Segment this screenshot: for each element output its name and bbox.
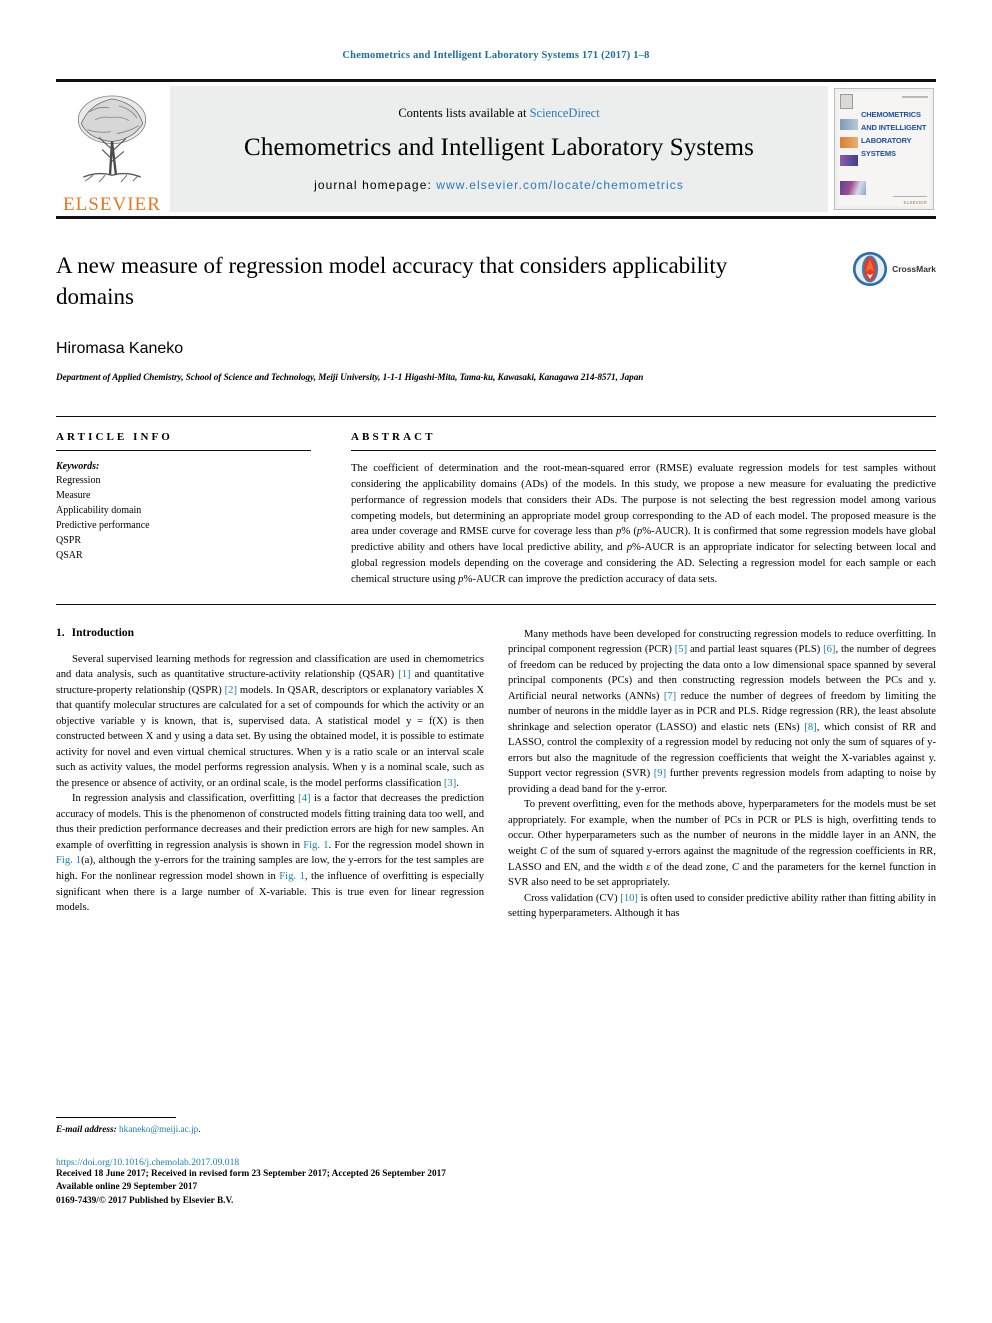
cover-line-1: CHEMOMETRICS [861,110,921,119]
cover-publisher-label: ELSEVIER [903,200,927,205]
body-columns: 1. Introduction Several supervised learni… [56,627,936,1075]
elsevier-tree-icon [77,95,147,183]
paragraph: Many methods have been developed for con… [508,628,936,795]
cover-bottom-rule [893,196,927,197]
crossmark-icon [852,251,888,287]
keyword-item: Predictive performance [56,520,150,532]
crossmark-label: CrossMark [892,264,936,274]
keyword-item: Measure [56,490,91,502]
author-list: Hiromasa Kaneko [56,340,184,358]
page-title: A new measure of regression model accura… [56,253,728,309]
section-number: 1. [56,626,65,639]
abstract-column: ABSTRACT The coefficient of determinatio… [351,431,936,588]
keywords-label: Keywords: [56,461,100,473]
title-block: A new measure of regression model accura… [56,251,936,382]
journal-homepage-link[interactable]: www.elsevier.com/locate/chemometrics [436,178,684,192]
article-info-abstract-block: ARTICLE INFO Keywords: Regression Measur… [56,416,936,605]
journal-masthead: ELSEVIER Contents lists available at Sci… [56,79,936,219]
article-info-rule [56,450,311,452]
contents-available-line: Contents lists available at ScienceDirec… [398,106,599,121]
paragraph: To prevent overfitting, even for the met… [508,799,936,889]
abstract-text: The coefficient of determination and the… [351,462,937,585]
paragraph: Several supervised learning methods for … [56,653,485,789]
cover-image-strip-3 [840,155,858,166]
homepage-label: journal homepage: [314,178,437,192]
doi-link[interactable]: https://doi.org/10.1016/j.chemolab.2017.… [56,1157,486,1168]
abstract-rule [351,450,936,452]
section-heading-introduction: 1. Introduction [56,627,484,639]
cover-image-strip-1 [840,119,858,130]
cover-logo-badge [840,94,853,109]
running-head: Chemometrics and Intelligent Laboratory … [342,50,650,61]
cover-line-4: SYSTEMS [861,149,896,159]
copyright-line: 0169-7439/© 2017 Published by Elsevier B… [56,1195,234,1206]
email-link[interactable]: hkaneko@meiji.ac.jp [119,1125,198,1135]
journal-homepage-line: journal homepage: www.elsevier.com/locat… [314,178,684,192]
elsevier-wordmark: ELSEVIER [62,194,162,215]
email-label: E-mail address: [56,1125,117,1135]
cover-line-2: AND INTELLIGENT [861,123,927,133]
body-column-right: Many methods have been developed for con… [508,627,936,1075]
cover-top-rule [902,96,928,98]
journal-cover-thumbnail: CHEMOMETRICS AND INTELLIGENT LABORATORY … [834,88,934,210]
article-info-heading: ARTICLE INFO [56,431,173,444]
paragraph: In regression analysis and classificatio… [56,793,484,914]
elsevier-logo: ELSEVIER [56,82,168,216]
footnote-rule [56,1117,176,1118]
keywords-list: Regression Measure Applicability domain … [56,473,311,563]
article-history: Received 18 June 2017; Received in revis… [56,1169,446,1179]
cover-bottom-image [840,181,866,195]
body-column-left: 1. Introduction Several supervised learni… [56,627,484,1075]
keyword-item: QSAR [56,550,83,562]
paragraph: Cross validation (CV) [10] is often used… [508,892,936,920]
keyword-item: Regression [56,475,101,487]
sciencedirect-link[interactable]: ScienceDirect [530,106,600,120]
contents-prefix: Contents lists available at [398,106,530,120]
email-period: . [198,1125,201,1135]
section-title: Introduction [71,626,135,639]
cover-image-strip-2 [840,137,858,148]
corresponding-email-line: E-mail address: hkaneko@meiji.ac.jp. [56,1125,486,1135]
cover-title-text: CHEMOMETRICS AND INTELLIGENT LABORATORY … [861,108,926,161]
page-footer: E-mail address: hkaneko@meiji.ac.jp. htt… [56,1117,486,1206]
paper-page: Chemometrics and Intelligent Laboratory … [0,0,992,1323]
affiliation: Department of Applied Chemistry, School … [56,372,644,383]
available-online: Available online 29 September 2017 [56,1182,198,1193]
keyword-item: Applicability domain [56,505,142,517]
crossmark-badge[interactable]: CrossMark [852,251,936,287]
abstract-heading: ABSTRACT [351,431,436,444]
journal-title: Chemometrics and Intelligent Laboratory … [244,134,754,161]
masthead-center: Contents lists available at ScienceDirec… [170,86,828,212]
cover-line-3: LABORATORY [861,136,912,146]
keyword-item: QSPR [56,535,82,547]
article-info-column: ARTICLE INFO Keywords: Regression Measur… [56,431,311,588]
